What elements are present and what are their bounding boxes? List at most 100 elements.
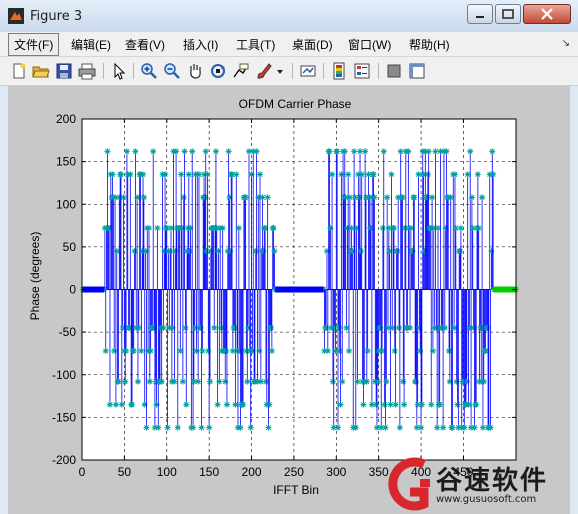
toolbar [0,57,578,86]
stem-marker [135,324,142,331]
stem-marker [206,424,213,431]
stem-marker [180,194,187,201]
stem-marker [244,378,251,385]
stem-marker [223,347,230,354]
close-button[interactable] [523,4,571,24]
stem-marker [207,248,214,255]
stem-marker [381,401,388,408]
stem-marker [155,424,162,431]
stem-marker [407,225,414,232]
stem-marker [405,148,412,155]
stem-marker [147,347,154,354]
data-cursor-icon[interactable] [232,62,250,80]
print-icon[interactable] [78,62,96,80]
stem-marker [216,378,223,385]
watermark-brand: 谷速软件 [436,466,549,496]
stem-marker [335,324,342,331]
new-figure-icon[interactable] [10,62,28,80]
open-file-icon[interactable] [32,62,50,80]
menu-bar: 文件(F) 编辑(E) 查看(V) 插入(I) 工具(T) 桌面(D) 窗口(W… [0,32,578,57]
stem-marker [349,248,356,255]
menu-edit[interactable]: 编辑(E) [71,36,111,53]
stem-marker [129,401,136,408]
menu-tools[interactable]: 工具(T) [236,36,275,53]
stem-marker [474,171,481,178]
stem-marker [154,225,161,232]
stem-marker [106,225,113,232]
zoom-out-icon[interactable] [163,62,181,80]
stem-marker [122,378,129,385]
stem-marker [345,171,352,178]
stem-marker [401,401,408,408]
phase-stem-plot[interactable]: OFDM Carrier Phase IFFT Bin Phase (degre… [8,86,570,514]
stem-marker [384,194,391,201]
stem-marker [407,324,414,331]
stem-marker [172,248,179,255]
stem-marker [204,171,211,178]
dock-arrow-icon[interactable]: ↘ [562,38,570,49]
stem-marker [334,424,341,431]
menu-view[interactable]: 查看(V) [125,36,165,53]
stem-marker [392,401,399,408]
stem-marker [187,225,194,232]
stem-marker [240,401,247,408]
stem-marker [183,401,190,408]
stem-marker [391,347,398,354]
stem-marker [189,148,196,155]
stem-marker [394,248,401,255]
stem-marker [151,324,158,331]
colorbar-icon[interactable] [330,62,348,80]
stem-marker [179,225,186,232]
stem-marker [262,225,269,232]
pan-icon[interactable] [186,62,204,80]
maximize-button[interactable] [495,4,521,24]
brush-icon[interactable] [255,62,273,80]
stem-marker [264,194,271,201]
stem-marker [400,378,407,385]
stem-marker [380,148,387,155]
stem-marker [329,378,336,385]
stem-marker [389,324,396,331]
stem-marker [453,378,460,385]
brush-dropdown-icon[interactable] [276,62,284,80]
minimize-button[interactable] [467,4,493,24]
save-icon[interactable] [55,62,73,80]
stem-marker [140,194,147,201]
menu-insert[interactable]: 插入(I) [183,36,218,53]
stem-marker [270,225,277,232]
stem-marker [119,324,126,331]
toolbar-separator [378,63,379,79]
hide-plot-tools-icon[interactable] [385,62,403,80]
stem-marker [102,347,109,354]
stem-marker [111,347,118,354]
menu-window[interactable]: 窗口(W) [348,36,391,53]
stem-marker [363,378,370,385]
menu-help[interactable]: 帮助(H) [409,36,450,53]
stem-marker [247,424,254,431]
menu-desktop[interactable]: 桌面(D) [292,36,333,53]
stem-marker [256,347,263,354]
stem-marker [362,148,369,155]
stem-marker [329,171,336,178]
menu-file[interactable]: 文件(F) [8,33,60,56]
stem-marker [178,171,185,178]
stem-marker [417,347,424,354]
rotate-3d-icon[interactable] [209,62,227,80]
stem-marker [379,225,386,232]
stem-marker [177,347,184,354]
stem-marker [489,148,496,155]
stem-marker [396,324,403,331]
link-plot-icon[interactable] [299,62,317,80]
stem-marker [160,324,167,331]
show-plot-tools-icon[interactable] [408,62,426,80]
title-bar[interactable]: Figure 3 [0,0,578,32]
zoom-in-icon[interactable] [140,62,158,80]
stem-marker [106,401,113,408]
legend-icon[interactable] [353,62,371,80]
y-tick-label: 100 [56,197,76,211]
maximize-icon [502,9,514,19]
stem-marker [179,378,186,385]
stem-marker [470,324,477,331]
stem-marker [428,401,435,408]
pointer-icon[interactable] [110,62,128,80]
